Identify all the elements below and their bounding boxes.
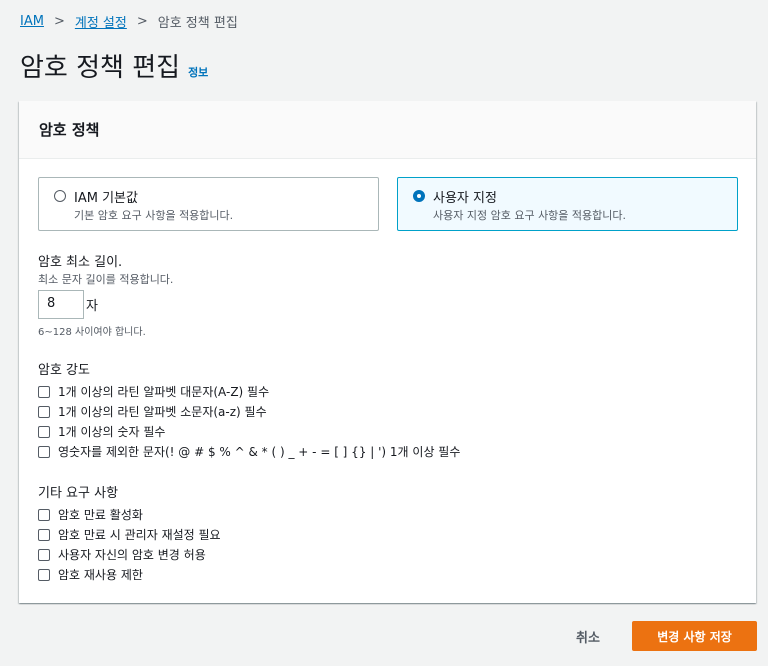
checkbox-label: 1개 이상의 숫자 필수: [58, 425, 166, 439]
breadcrumb: IAM > 계정 설정 > 암호 정책 편집: [20, 12, 238, 31]
page-title-row: 암호 정책 편집 정보: [20, 47, 208, 84]
checkbox[interactable]: [38, 528, 50, 541]
checkbox-allow-change[interactable]: 사용자 자신의 암호 변경 허용: [38, 546, 206, 563]
radio-custom[interactable]: [413, 190, 425, 202]
save-changes-button[interactable]: 변경 사항 저장: [632, 621, 757, 651]
page-title: 암호 정책 편집: [20, 53, 181, 83]
checkbox[interactable]: [38, 548, 50, 561]
breadcrumb-current: 암호 정책 편집: [157, 16, 238, 31]
checkbox-label: 1개 이상의 라틴 알파벳 대문자(A-Z) 필수: [58, 385, 270, 399]
min-length-description: 최소 문자 길이를 적용합니다.: [38, 273, 174, 286]
checkbox-expiration[interactable]: 암호 만료 활성화: [38, 506, 143, 523]
option-iam-default[interactable]: IAM 기본값 기본 암호 요구 사항을 적용합니다.: [38, 177, 379, 231]
checkbox[interactable]: [38, 385, 50, 398]
panel-header: 암호 정책: [19, 101, 756, 159]
min-length-unit: 자: [86, 299, 98, 314]
checkbox-reuse[interactable]: 암호 재사용 제한: [38, 566, 143, 583]
checkbox-uppercase[interactable]: 1개 이상의 라틴 알파벳 대문자(A-Z) 필수: [38, 383, 269, 400]
breadcrumb-iam-link[interactable]: IAM: [20, 14, 44, 29]
strength-title: 암호 강도: [38, 363, 90, 378]
info-link[interactable]: 정보: [188, 64, 208, 80]
checkbox-label: 1개 이상의 라틴 알파벳 소문자(a-z) 필수: [58, 405, 267, 419]
chevron-right-icon: >: [136, 14, 148, 29]
checkbox-symbol[interactable]: 영숫자를 제외한 문자(! @ # $ % ^ & * ( ) _ + - = …: [38, 443, 460, 460]
checkbox-number[interactable]: 1개 이상의 숫자 필수: [38, 423, 165, 440]
checkbox-admin-reset[interactable]: 암호 만료 시 관리자 재설정 필요: [38, 526, 221, 543]
checkbox[interactable]: [38, 508, 50, 521]
checkbox-label: 암호 만료 시 관리자 재설정 필요: [58, 528, 221, 542]
checkbox[interactable]: [38, 568, 50, 581]
checkbox-label: 영숫자를 제외한 문자(! @ # $ % ^ & * ( ) _ + - = …: [58, 445, 461, 459]
min-length-input[interactable]: 8: [38, 290, 84, 319]
radio-iam-default[interactable]: [54, 190, 66, 202]
checkbox-label: 암호 만료 활성화: [58, 508, 143, 522]
password-policy-panel: 암호 정책 IAM 기본값 기본 암호 요구 사항을 적용합니다. 사용자 지정…: [19, 101, 756, 603]
option-description: 사용자 지정 암호 요구 사항을 적용합니다.: [433, 209, 627, 222]
checkbox-lowercase[interactable]: 1개 이상의 라틴 알파벳 소문자(a-z) 필수: [38, 403, 267, 420]
chevron-right-icon: >: [53, 14, 65, 29]
panel-title: 암호 정책: [39, 121, 100, 139]
checkbox[interactable]: [38, 405, 50, 418]
checkbox-label: 암호 재사용 제한: [58, 568, 143, 582]
min-length-label: 암호 최소 길이.: [38, 255, 123, 270]
option-label: 사용자 지정: [433, 191, 497, 206]
checkbox[interactable]: [38, 425, 50, 438]
checkbox-label: 사용자 자신의 암호 변경 허용: [58, 548, 206, 562]
option-description: 기본 암호 요구 사항을 적용합니다.: [74, 209, 234, 222]
other-title: 기타 요구 사항: [38, 486, 119, 501]
min-length-constraint: 6~128 사이여야 합니다.: [38, 327, 146, 338]
option-custom[interactable]: 사용자 지정 사용자 지정 암호 요구 사항을 적용합니다.: [397, 177, 738, 231]
cancel-button[interactable]: 취소: [576, 627, 600, 646]
checkbox[interactable]: [38, 445, 50, 458]
breadcrumb-account-settings-link[interactable]: 계정 설정: [75, 12, 127, 31]
option-label: IAM 기본값: [74, 191, 138, 206]
